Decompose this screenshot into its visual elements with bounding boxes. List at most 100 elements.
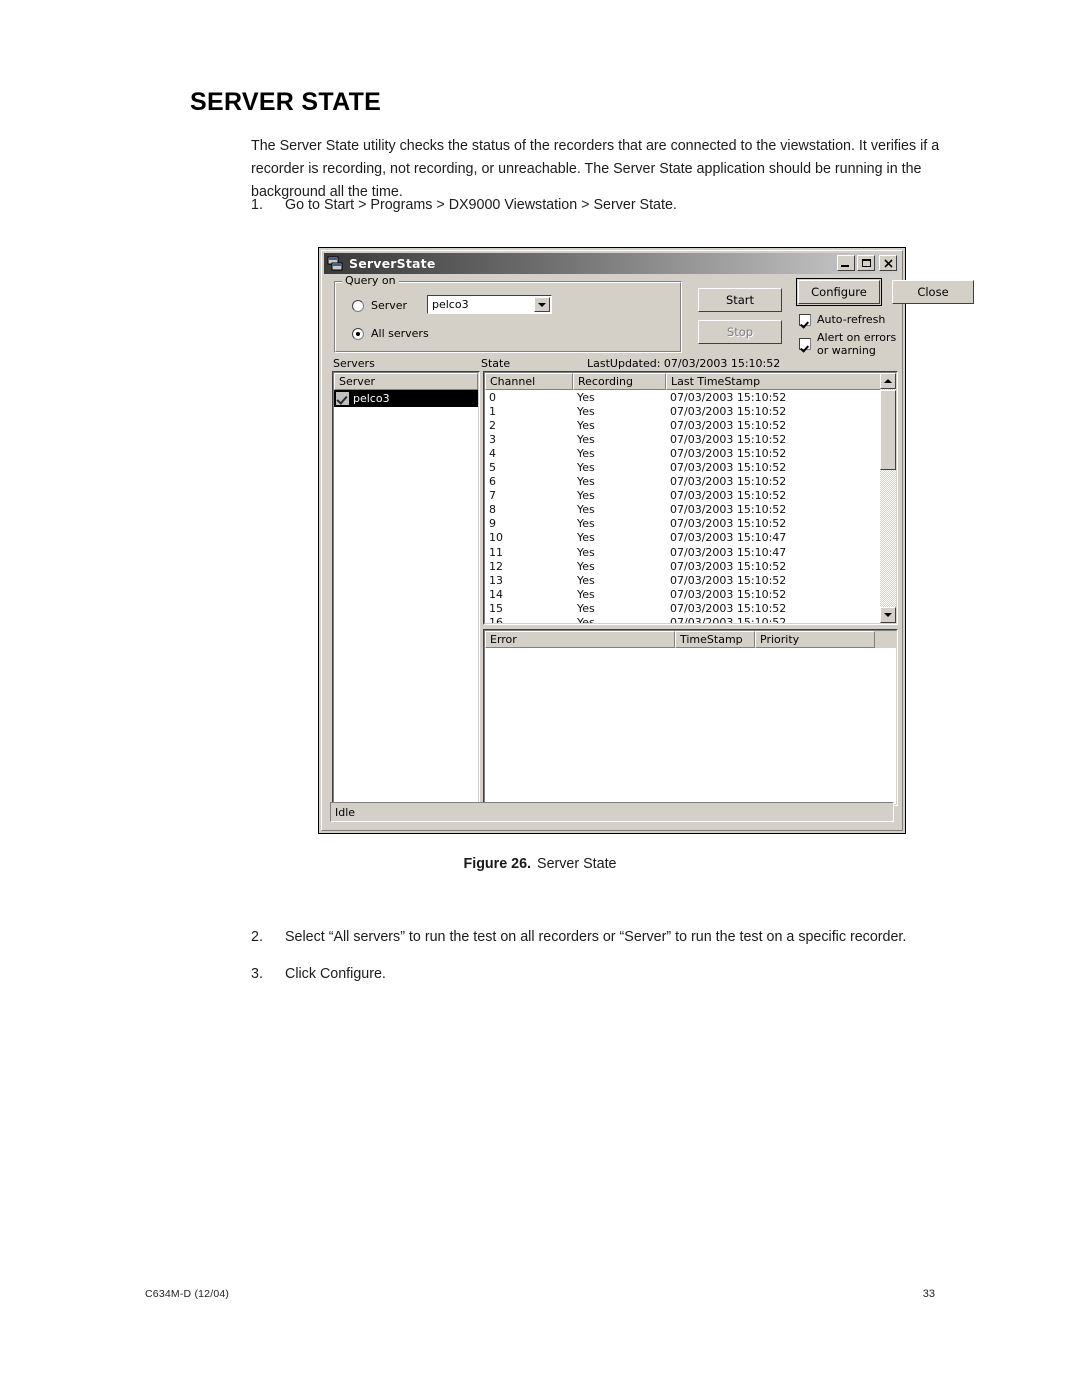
table-cell: 2	[489, 418, 496, 432]
table-cell: 14	[489, 587, 503, 601]
table-row[interactable]: 6 Yes 07/03/2003 15:10:52	[485, 475, 896, 489]
server-select-value: pelco3	[432, 298, 469, 311]
step-3-number: 3.	[251, 966, 263, 982]
dialog-title-text: ServerState	[349, 256, 436, 271]
server-checkbox-icon[interactable]	[336, 392, 349, 405]
table-row[interactable]: 14 Yes 07/03/2003 15:10:52	[485, 587, 896, 601]
status-bar: Idle	[330, 802, 894, 822]
table-row[interactable]: 1 Yes 07/03/2003 15:10:52	[485, 404, 896, 418]
table-cell: Yes	[577, 601, 595, 615]
server-select[interactable]: pelco3	[427, 295, 552, 314]
table-row[interactable]: 2 Yes 07/03/2003 15:10:52	[485, 418, 896, 432]
error-column-header[interactable]: TimeStamp	[675, 631, 755, 648]
table-cell: Yes	[577, 616, 595, 623]
checkbox-alert-on-errors-label: Alert on errors or warning	[817, 331, 897, 357]
query-on-groupbox: Query on Server All servers pelco3	[334, 275, 682, 353]
radio-all-servers-indicator	[352, 327, 364, 340]
table-row[interactable]: 13 Yes 07/03/2003 15:10:52	[485, 573, 896, 587]
table-row[interactable]: 5 Yes 07/03/2003 15:10:52	[485, 460, 896, 474]
state-table-body: 0 Yes 07/03/2003 15:10:52 1 Yes 07/03/2003 15…	[485, 390, 896, 623]
table-cell: Yes	[577, 503, 595, 517]
table-cell: Yes	[577, 573, 595, 587]
checkbox-auto-refresh-indicator	[799, 313, 811, 326]
servers-list-panel: Server pelco3	[332, 371, 480, 806]
table-row[interactable]: 11 Yes 07/03/2003 15:10:47	[485, 545, 896, 559]
figure-caption: Figure 26. Server State	[0, 856, 1080, 872]
error-column-header[interactable]: Priority	[755, 631, 875, 648]
table-cell: 8	[489, 503, 496, 517]
radio-all-servers[interactable]: All servers	[352, 327, 429, 340]
table-cell: 9	[489, 517, 496, 531]
close-button[interactable]	[879, 255, 897, 271]
table-row[interactable]: 12 Yes 07/03/2003 15:10:52	[485, 559, 896, 573]
start-button[interactable]: Start	[698, 288, 782, 312]
radio-server-label: Server	[371, 299, 408, 312]
table-cell: 07/03/2003 15:10:52	[670, 446, 787, 460]
table-cell: 07/03/2003 15:10:52	[670, 461, 787, 475]
table-cell: 07/03/2003 15:10:52	[670, 404, 787, 418]
table-cell: Yes	[577, 531, 595, 545]
table-cell: 15	[489, 601, 503, 615]
radio-server[interactable]: Server	[352, 299, 407, 312]
last-updated-label: LastUpdated: 07/03/2003 15:10:52	[587, 357, 781, 370]
state-table-panel: Channel Recording Last TimeStamp 0 Yes 07/03…	[483, 371, 898, 625]
table-cell: Yes	[577, 390, 595, 404]
server-state-dialog: ServerState Query on Server All servers …	[318, 247, 974, 834]
scrollbar-thumb[interactable]	[880, 390, 896, 470]
scroll-down-arrow-icon[interactable]	[880, 607, 896, 623]
table-cell: Yes	[577, 432, 595, 446]
table-cell: Yes	[577, 446, 595, 460]
error-table-body	[485, 648, 896, 804]
table-cell: Yes	[577, 475, 595, 489]
table-cell: 07/03/2003 15:10:52	[670, 573, 787, 587]
radio-server-indicator	[352, 299, 364, 312]
table-cell: Yes	[577, 587, 595, 601]
state-column-header[interactable]: Recording	[573, 373, 666, 390]
table-cell: 10	[489, 531, 503, 545]
step-3: 3. Click Configure.	[251, 963, 651, 985]
chevron-down-icon[interactable]	[534, 297, 550, 312]
dialog-inner-frame: ServerState Query on Server All servers …	[321, 250, 974, 831]
server-list-item[interactable]: pelco3	[334, 390, 478, 407]
footer-document-code: C634M-D (12/04)	[145, 1288, 230, 1300]
state-section-label: State	[481, 357, 511, 370]
table-cell: 07/03/2003 15:10:52	[670, 559, 787, 573]
checkbox-alert-on-errors[interactable]: Alert on errors or warning	[799, 331, 902, 357]
configure-button[interactable]: Configure	[796, 278, 882, 306]
table-row[interactable]: 0 Yes 07/03/2003 15:10:52	[485, 390, 896, 404]
state-column-header[interactable]: Channel	[485, 373, 573, 390]
state-column-header[interactable]: Last TimeStamp	[666, 373, 884, 390]
table-row[interactable]: 9 Yes 07/03/2003 15:10:52	[485, 517, 896, 531]
table-row[interactable]: 8 Yes 07/03/2003 15:10:52	[485, 503, 896, 517]
step-1-text: Go to Start > Programs > DX9000 Viewstat…	[285, 197, 677, 213]
table-cell: 07/03/2003 15:10:52	[670, 390, 787, 404]
table-row[interactable]: 16 Yes 07/03/2003 15:10:52	[485, 616, 896, 623]
checkbox-auto-refresh[interactable]: Auto-refresh	[799, 313, 885, 326]
table-cell: 07/03/2003 15:10:52	[670, 489, 787, 503]
server-list-item-label: pelco3	[353, 392, 390, 405]
error-column-header[interactable]: Error	[485, 631, 675, 648]
minimize-button[interactable]	[837, 255, 855, 271]
table-cell: 11	[489, 545, 503, 559]
table-cell: 07/03/2003 15:10:52	[670, 503, 787, 517]
table-cell: Yes	[577, 489, 595, 503]
table-cell: 6	[489, 475, 496, 489]
table-row[interactable]: 3 Yes 07/03/2003 15:10:52	[485, 432, 896, 446]
table-row[interactable]: 10 Yes 07/03/2003 15:10:47	[485, 531, 896, 545]
close-dialog-button[interactable]: Close	[892, 280, 974, 304]
maximize-button[interactable]	[857, 255, 875, 271]
dialog-titlebar[interactable]: ServerState	[324, 253, 900, 274]
servers-column-header[interactable]: Server	[334, 373, 478, 390]
table-cell: Yes	[577, 461, 595, 475]
table-cell: Yes	[577, 517, 595, 531]
table-row[interactable]: 15 Yes 07/03/2003 15:10:52	[485, 601, 896, 615]
table-cell: Yes	[577, 545, 595, 559]
table-cell: Yes	[577, 404, 595, 418]
scroll-up-arrow-icon[interactable]	[880, 373, 896, 389]
table-cell: 16	[489, 616, 503, 623]
table-row[interactable]: 7 Yes 07/03/2003 15:10:52	[485, 489, 896, 503]
status-bar-text: Idle	[335, 805, 356, 819]
state-table-scrollbar[interactable]	[880, 373, 896, 623]
step-1-number: 1.	[251, 197, 263, 213]
table-row[interactable]: 4 Yes 07/03/2003 15:10:52	[485, 446, 896, 460]
